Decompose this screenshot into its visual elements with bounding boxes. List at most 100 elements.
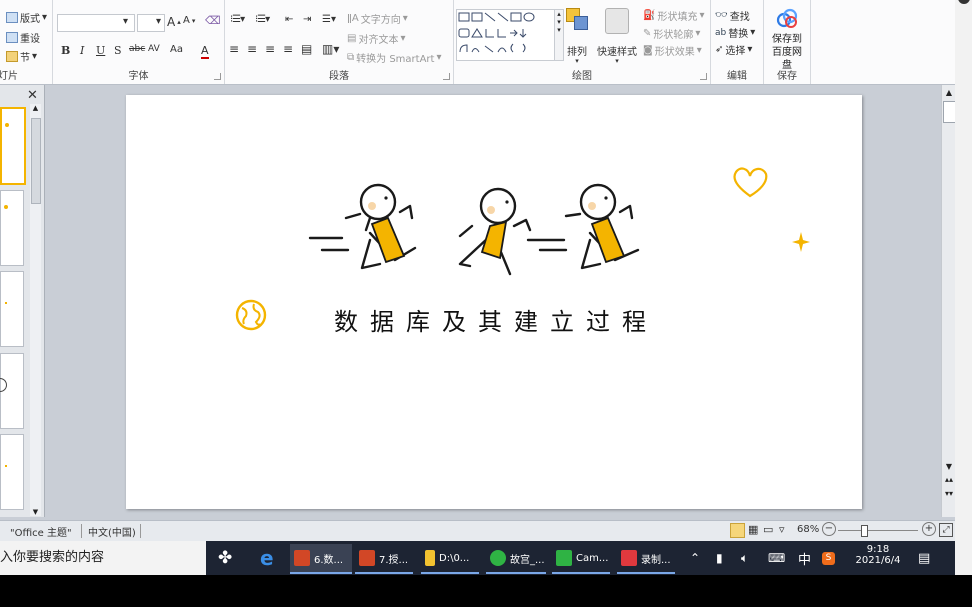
taskbar-app-button[interactable]: Cam...	[552, 544, 610, 574]
bullets-button[interactable]: ⁝☰▾	[230, 14, 245, 25]
scroll-thumb[interactable]	[31, 118, 41, 204]
slideshow-view-icon[interactable]: ▿	[779, 523, 785, 536]
slides-group: 版式 ▾ 重设 节 ▾ 灯片	[0, 0, 53, 84]
shapes-gallery[interactable]	[456, 9, 556, 61]
increase-indent-button[interactable]: ⇥	[303, 14, 311, 25]
normal-view-icon[interactable]	[730, 523, 745, 538]
volume-icon[interactable]: 🔈︎	[741, 544, 748, 572]
slide-title[interactable]: 数据库及其建立过程	[334, 302, 658, 337]
text-direction-button[interactable]: ǁA 文字方向 ▾	[347, 11, 408, 26]
italic-button[interactable]: I	[80, 44, 84, 57]
fan-icon: ✤	[218, 548, 233, 568]
slide-thumbnail[interactable]	[0, 107, 26, 185]
font-group: ▾ ▾ A ▴ A ▾ ⌫ B I U S abc AV Aa A 字体	[53, 0, 225, 84]
bold-button[interactable]: B	[61, 44, 70, 57]
change-case-button[interactable]: Aa	[170, 44, 183, 55]
scroll-up-icon[interactable]: ▲	[942, 88, 956, 97]
strikethrough-button[interactable]: abc	[129, 44, 145, 54]
numbering-button[interactable]: ⁝☰▾	[255, 14, 270, 25]
reset-button[interactable]: 重设	[6, 30, 40, 45]
language-indicator[interactable]: 中文(中国)	[88, 524, 136, 539]
notification-icon[interactable]: ▤	[918, 544, 930, 572]
quick-styles-button[interactable]: 快速样式 ▾	[597, 8, 637, 65]
shrink-font-icon[interactable]: A ▾	[183, 15, 195, 26]
scroll-up-icon[interactable]: ▲	[30, 104, 41, 112]
convert-smartart-button[interactable]: ⧉ 转换为 SmartArt ▾	[347, 50, 441, 65]
clock[interactable]: 9:18 2021/6/4	[848, 544, 908, 572]
zoom-slider-thumb[interactable]	[861, 525, 868, 537]
next-slide-icon[interactable]: ▾▾	[942, 489, 956, 498]
select-button[interactable]: ➶ 选择 ▾	[715, 42, 752, 57]
taskbar-app-button[interactable]: 录制...	[617, 544, 675, 574]
shapes-more-button[interactable]: ▴ ▾ ▾	[554, 9, 564, 61]
layout-icon	[6, 12, 18, 23]
ime-indicator[interactable]: 中	[798, 544, 811, 572]
font-dialog-launcher[interactable]	[214, 73, 221, 80]
vertical-scrollbar[interactable]: ▲ ▼ ▴▴ ▾▾	[941, 85, 956, 517]
find-button[interactable]: 👓︎ 查找	[715, 8, 750, 23]
align-right-button[interactable]: ≡	[265, 42, 275, 56]
scroll-down-icon[interactable]: ▼	[30, 508, 41, 516]
taskbar-app-button[interactable]: 6.数...	[290, 544, 352, 574]
close-panel-icon[interactable]: ✕	[27, 88, 38, 103]
replace-button[interactable]: ab 替换 ▾	[715, 25, 755, 40]
reading-view-icon[interactable]: ▭	[763, 523, 773, 536]
smartart-icon: ⧉	[347, 52, 355, 63]
edge-button[interactable]: e	[260, 544, 274, 572]
layout-button[interactable]: 版式 ▾	[6, 10, 47, 25]
section-button[interactable]: 节 ▾	[6, 49, 37, 64]
align-text-button[interactable]: ▤ 对齐文本 ▾	[347, 31, 405, 46]
char-spacing-button[interactable]: AV	[148, 44, 160, 54]
keyboard-icon[interactable]: ⌨	[768, 544, 785, 572]
zoom-level[interactable]: 68%	[797, 524, 819, 535]
zoom-slider[interactable]	[838, 530, 918, 531]
taskbar-app-button[interactable]: 7.授...	[355, 544, 413, 574]
slide-thumbnail[interactable]	[0, 353, 24, 429]
slide-thumbnail[interactable]	[0, 434, 24, 510]
scroll-down-icon[interactable]: ▼	[942, 462, 956, 471]
grow-font-icon[interactable]: A ▴	[167, 15, 181, 29]
task-view-button[interactable]: ✤	[218, 544, 232, 572]
browser-icon	[490, 550, 506, 566]
usb-icon[interactable]: ▮	[716, 544, 723, 572]
sogou-icon[interactable]: S	[822, 544, 835, 572]
shape-fill-button[interactable]: ⛽ 形状填充 ▾	[643, 8, 704, 23]
arrange-button[interactable]: 排列 ▾	[566, 8, 588, 65]
align-center-button[interactable]: ≡	[247, 42, 257, 56]
paragraph-dialog-launcher[interactable]	[443, 73, 450, 80]
taskbar-app-button[interactable]: D:\0...	[421, 544, 479, 574]
shape-outline-button[interactable]: ✎ 形状轮廓 ▾	[643, 26, 700, 41]
powerpoint-icon	[359, 550, 375, 566]
slide-sorter-view-icon[interactable]: ▦	[748, 523, 758, 536]
clear-format-icon[interactable]: ⌫	[205, 14, 221, 27]
slide-thumbnail[interactable]	[0, 271, 24, 347]
font-name-dropdown-icon[interactable]: ▾	[123, 16, 128, 27]
shadow-button[interactable]: S	[114, 44, 122, 57]
status-divider	[81, 524, 82, 538]
panel-scrollbar[interactable]: ▲ ▼	[30, 104, 41, 516]
shape-effects-button[interactable]: ◙ 形状效果 ▾	[643, 43, 702, 58]
zoom-out-icon[interactable]: −	[822, 522, 836, 536]
underline-button[interactable]: U	[96, 44, 105, 57]
line-spacing-button[interactable]: ☰▾	[322, 14, 336, 25]
fit-to-window-icon[interactable]: ⤢	[939, 523, 953, 537]
theme-name[interactable]: "Office 主题"	[10, 524, 72, 539]
save-baidu-button[interactable]: 保存到百度网盘	[766, 8, 808, 72]
editing-group: 👓︎ 查找 ab 替换 ▾ ➶ 选择 ▾ 编辑	[711, 0, 764, 84]
columns-button[interactable]: ▥▾	[322, 42, 339, 56]
decrease-indent-button[interactable]: ⇤	[285, 14, 293, 25]
zoom-in-icon[interactable]: +	[922, 522, 936, 536]
justify-button[interactable]: ≡	[283, 42, 293, 56]
drawing-dialog-launcher[interactable]	[700, 73, 707, 80]
prev-slide-icon[interactable]: ▴▴	[942, 475, 956, 484]
align-left-button[interactable]: ≡	[229, 42, 239, 56]
binoculars-icon: 👓︎	[715, 10, 728, 21]
taskbar-search-box[interactable]: 入你要搜索的内容	[0, 541, 206, 575]
taskbar-app-button[interactable]: 故宫_...	[486, 544, 546, 574]
window-control-icon[interactable]	[958, 0, 970, 4]
show-hidden-icons-button[interactable]: ⌃	[690, 544, 700, 572]
font-size-dropdown-icon[interactable]: ▾	[156, 16, 161, 27]
distributed-button[interactable]: ▤	[301, 42, 312, 56]
slide-thumbnail[interactable]	[0, 190, 24, 266]
font-color-button[interactable]: A	[201, 44, 209, 59]
